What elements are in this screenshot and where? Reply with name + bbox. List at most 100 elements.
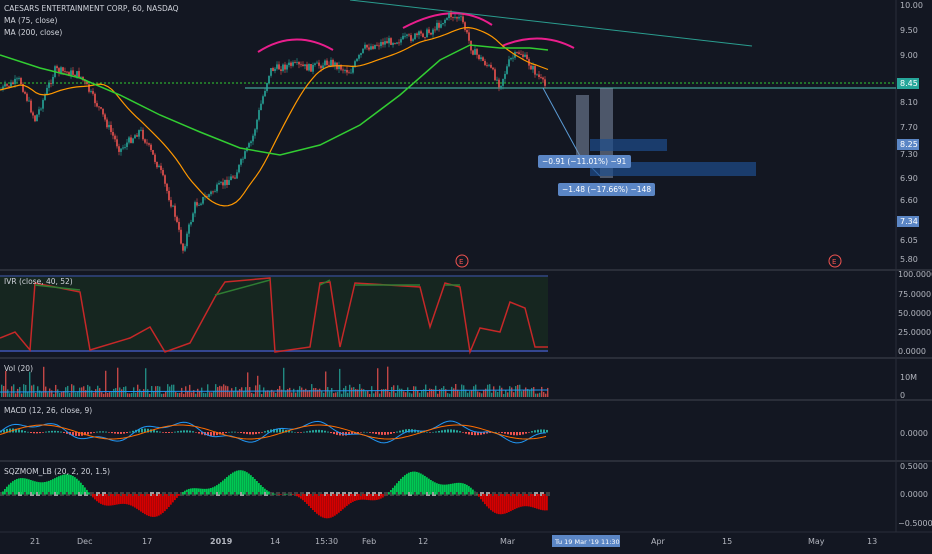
candle-body <box>60 67 62 73</box>
chart-canvas[interactable]: CAESARS ENTERTAINMENT CORP, 60, NASDAQ M… <box>0 0 932 550</box>
macd-legend[interactable]: MACD (12, 26, close, 9) <box>4 406 92 415</box>
candle-body <box>374 44 376 49</box>
macd-histogram-bar <box>294 431 296 433</box>
momentum-bar <box>364 494 366 500</box>
earnings-marker-1[interactable]: E <box>455 254 469 268</box>
volume-bar <box>329 391 331 397</box>
momentum-bar <box>524 494 526 507</box>
macd-histogram-bar <box>429 432 431 433</box>
measure-label-1[interactable]: −0.91 (−11.01%) −91 <box>538 155 631 168</box>
macd-histogram-bar <box>114 432 116 434</box>
candle-body <box>372 46 374 49</box>
volume-bar <box>75 392 77 397</box>
projection-line-1[interactable] <box>542 87 581 157</box>
volume-bar <box>469 391 471 397</box>
momentum-bar <box>292 494 294 495</box>
macd-histogram-bar <box>525 432 527 434</box>
earnings-marker-2[interactable]: E <box>828 254 842 268</box>
macd-histogram-bar <box>180 430 182 433</box>
candle-body <box>304 64 306 67</box>
momentum-bar <box>148 494 150 517</box>
macd-histogram-bar <box>534 430 536 433</box>
macd-histogram-bar <box>387 432 389 435</box>
macd-histogram-bar <box>87 432 89 435</box>
time-tick: Feb <box>362 537 376 546</box>
volume-bar <box>25 384 27 397</box>
volume-bar <box>289 387 291 397</box>
momentum-bar <box>332 494 334 517</box>
momentum-bar <box>436 483 438 495</box>
macd-histogram-bar <box>291 431 293 433</box>
time-tick: 21 <box>30 537 40 546</box>
momentum-bar <box>182 491 184 495</box>
macd-histogram-bar <box>345 432 347 436</box>
head-arc[interactable] <box>402 12 493 29</box>
candle-body <box>368 47 370 50</box>
macd-histogram-bar <box>393 432 395 434</box>
momentum-bar <box>130 494 132 506</box>
measure-label-2[interactable]: −1.48 (−17.66%) −148 <box>558 183 655 196</box>
momentum-bar <box>34 481 36 495</box>
volume-bar <box>209 392 211 397</box>
macd-histogram-bar <box>24 431 26 433</box>
momentum-bar <box>470 487 472 495</box>
momentum-bar <box>544 494 546 511</box>
momentum-bar <box>442 484 444 495</box>
momentum-bar <box>314 494 316 512</box>
candle-body <box>28 100 30 102</box>
momentum-bar <box>80 482 82 495</box>
price-axis[interactable]: 10.00 9.50 9.00 8.45 8.10 7.70 8.25 7.30… <box>897 1 923 264</box>
candle-body <box>286 65 288 70</box>
volume-bar <box>463 385 465 397</box>
macd-pane[interactable]: MACD (12, 26, close, 9) 0.0000 <box>0 406 928 444</box>
candle-body <box>536 74 538 76</box>
candle-body <box>256 119 258 130</box>
candle-body <box>452 17 454 18</box>
momentum-bar <box>506 494 508 513</box>
vol-legend[interactable]: Vol (20) <box>4 364 33 373</box>
candle-body <box>366 44 368 48</box>
macd-histogram-bar <box>546 429 548 433</box>
momentum-bar <box>240 470 242 495</box>
momentum-bar <box>124 494 126 504</box>
momentum-bar <box>196 488 198 495</box>
ma75-legend[interactable]: MA (75, close) <box>4 16 58 25</box>
candle-body <box>284 64 286 70</box>
sqz-tick: 0.5000 <box>900 462 928 471</box>
volume-bar <box>475 384 477 397</box>
right-shoulder-arc[interactable] <box>501 37 575 49</box>
momentum-bar <box>104 494 106 506</box>
macd-histogram-bar <box>468 432 470 435</box>
sqz-legend[interactable]: SQZMOM_LB (20, 2, 20, 1.5) <box>4 467 110 476</box>
ivr-pane[interactable]: IVR (close, 40, 52) 100.0000 75.0000 50.… <box>0 270 932 356</box>
squeeze-momentum-pane[interactable]: SQZMOM_LB (20, 2, 20, 1.5) 0.5000 0.0000… <box>0 462 932 528</box>
momentum-bar <box>504 494 506 514</box>
macd-histogram-bar <box>399 430 401 433</box>
volume-bar <box>325 371 327 397</box>
ma200-legend[interactable]: MA (200, close) <box>4 28 62 37</box>
macd-histogram-bar <box>108 432 110 433</box>
measure-bar-1[interactable] <box>576 95 589 155</box>
target-zone-1[interactable] <box>590 139 667 151</box>
candle-body <box>78 71 80 78</box>
momentum-bar <box>296 494 298 497</box>
momentum-bar <box>220 482 222 495</box>
volume-bar <box>87 384 89 397</box>
candle-body <box>442 22 444 25</box>
momentum-bar <box>400 478 402 495</box>
momentum-bar <box>190 488 192 495</box>
volume-bar <box>395 392 397 397</box>
momentum-bar <box>418 472 420 495</box>
volume-pane[interactable]: Vol (20) 10M 0 <box>0 364 917 400</box>
price-pane[interactable]: CAESARS ENTERTAINMENT CORP, 60, NASDAQ M… <box>0 0 923 268</box>
momentum-bar <box>284 493 286 495</box>
volume-bar <box>257 375 259 397</box>
volume-bar <box>353 387 355 397</box>
momentum-bar <box>122 494 124 504</box>
svg-text:E: E <box>459 258 463 266</box>
time-axis[interactable]: 21 Dec 17 2019 14 15:30 Feb 12 Mar Tu 19… <box>30 535 877 547</box>
momentum-bar <box>26 478 28 495</box>
left-shoulder-arc[interactable] <box>257 38 334 53</box>
volume-bar <box>391 387 393 397</box>
candle-body <box>402 35 404 40</box>
